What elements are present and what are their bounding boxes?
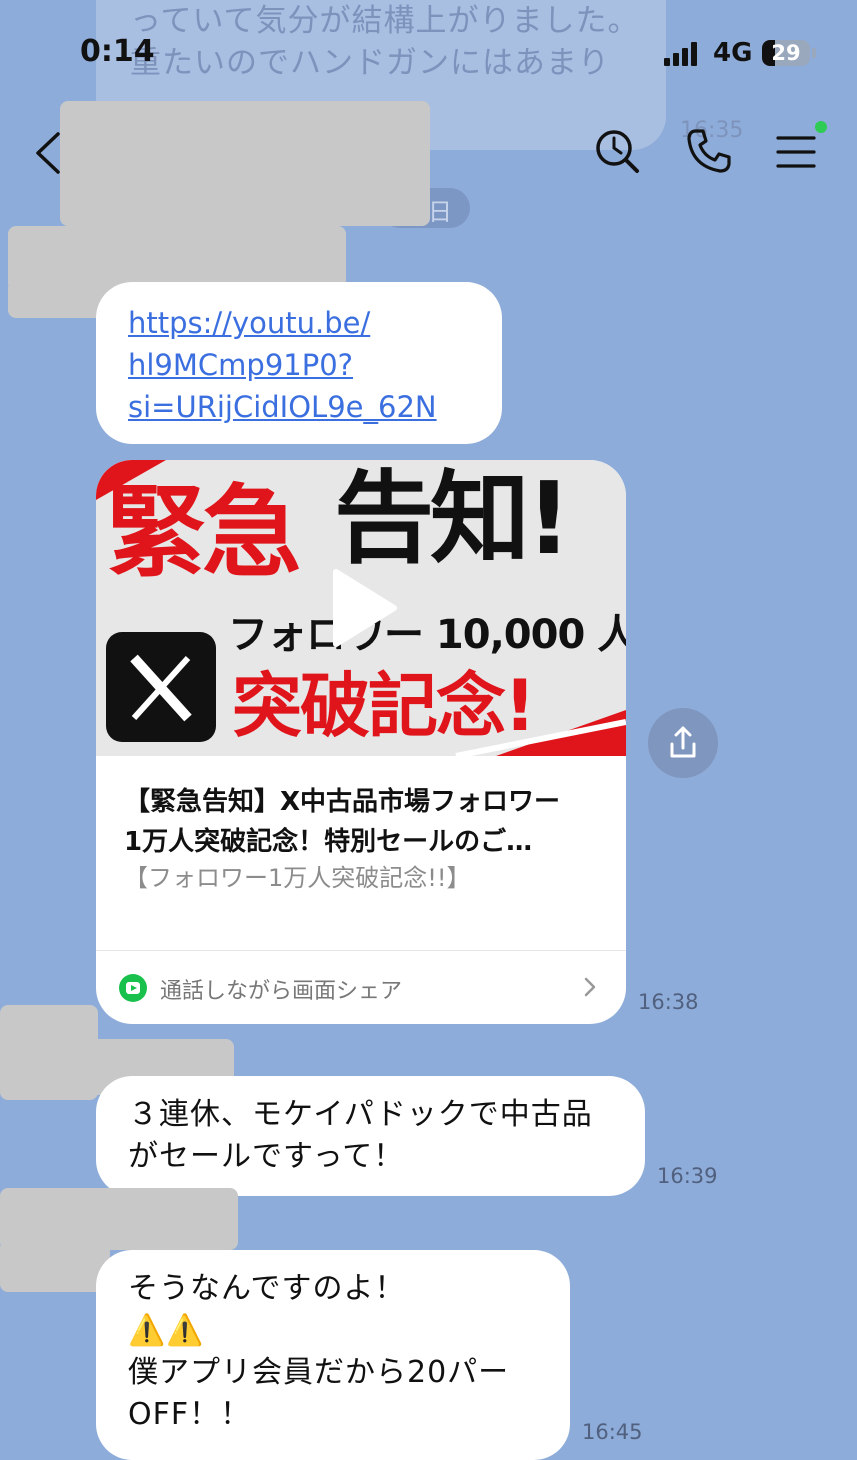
search-icon[interactable]	[592, 126, 642, 176]
previous-message-line: っていて気分が結構上がりました。	[130, 3, 640, 39]
preview-title-line: 【緊急告知】X中古品市場フォロワー	[124, 787, 561, 817]
message-bubble-text[interactable]: そうなんですのよ！ ⚠️⚠️ 僕アプリ会員だから20パー OFF！！	[96, 1250, 570, 1460]
message-line: がセールですって！	[128, 1139, 405, 1174]
previous-message-text: っていて気分が結構上がりました。 重たいのでハンドガンにはあまり	[130, 0, 650, 84]
menu-icon[interactable]	[772, 126, 822, 176]
warning-emoji-line: ⚠️⚠️	[128, 1313, 205, 1348]
thumbnail-headline-black: 告知!	[334, 460, 572, 577]
message-line: そうなんですのよ！	[128, 1271, 406, 1306]
message-line: 僕アプリ会員だから20パー	[128, 1355, 510, 1390]
notification-dot	[815, 121, 827, 133]
redacted-chat-name	[60, 101, 430, 226]
message-text: ３連休、モケイパドックで中古品 がセールですって！	[128, 1094, 593, 1178]
play-icon[interactable]	[332, 568, 398, 648]
network-type: 4G	[713, 38, 753, 68]
message-link[interactable]: https://youtu.be/ hl9MCmp91P0? si=URijCi…	[128, 302, 437, 428]
thumbnail-milestone: 突破記念!	[232, 665, 536, 747]
screen-share-button[interactable]: 通話しながら画面シェア	[96, 951, 626, 1024]
chevron-right-icon	[584, 977, 596, 997]
status-time: 0:14	[80, 34, 155, 69]
preview-title-line: 1万人突破記念！特別セールのご…	[124, 827, 533, 857]
message-time: 16:39	[657, 1164, 718, 1188]
signal-strength-icon	[664, 42, 704, 66]
battery-icon: 29	[762, 40, 810, 66]
share-icon	[670, 726, 696, 758]
link-line[interactable]: si=URijCidIOL9e_62N	[128, 386, 437, 428]
battery-tip	[812, 48, 816, 58]
previous-message-line: 重たいのでハンドガンにはあまり	[130, 45, 610, 81]
date-separator-text: 日	[428, 198, 452, 226]
video-thumbnail[interactable]: 緊急 告知! フォロワー 10,000 人 突破記念!	[96, 460, 626, 756]
link-line[interactable]: https://youtu.be/	[128, 302, 437, 344]
line-call-icon	[119, 974, 147, 1002]
preview-description: 【フォロワー1万人突破記念!!】	[124, 864, 471, 892]
message-time: 16:38	[638, 990, 699, 1014]
message-line: ３連休、モケイパドックで中古品	[128, 1097, 593, 1132]
screen-share-label: 通話しながら画面シェア	[160, 979, 403, 1004]
phone-icon[interactable]	[684, 126, 734, 176]
thumbnail-followers: フォロワー 10,000 人	[228, 612, 626, 658]
preview-title: 【緊急告知】X中古品市場フォロワー 1万人突破記念！特別セールのご…	[124, 782, 604, 862]
link-preview-card[interactable]: 緊急 告知! フォロワー 10,000 人 突破記念! 【緊急告知】X中古品市場…	[96, 460, 626, 1024]
redacted-avatar	[0, 1240, 110, 1292]
message-line: OFF！！	[128, 1397, 252, 1432]
message-time: 16:45	[582, 1420, 643, 1444]
thumbnail-headline-red: 緊急	[106, 474, 302, 591]
message-text: そうなんですのよ！ ⚠️⚠️ 僕アプリ会員だから20パー OFF！！	[128, 1268, 509, 1436]
share-button[interactable]	[648, 708, 718, 778]
message-bubble-text[interactable]: ３連休、モケイパドックで中古品 がセールですって！	[96, 1076, 645, 1196]
link-line[interactable]: hl9MCmp91P0?	[128, 344, 437, 386]
message-bubble-link[interactable]: https://youtu.be/ hl9MCmp91P0? si=URijCi…	[96, 282, 502, 444]
battery-percent: 29	[771, 41, 801, 65]
